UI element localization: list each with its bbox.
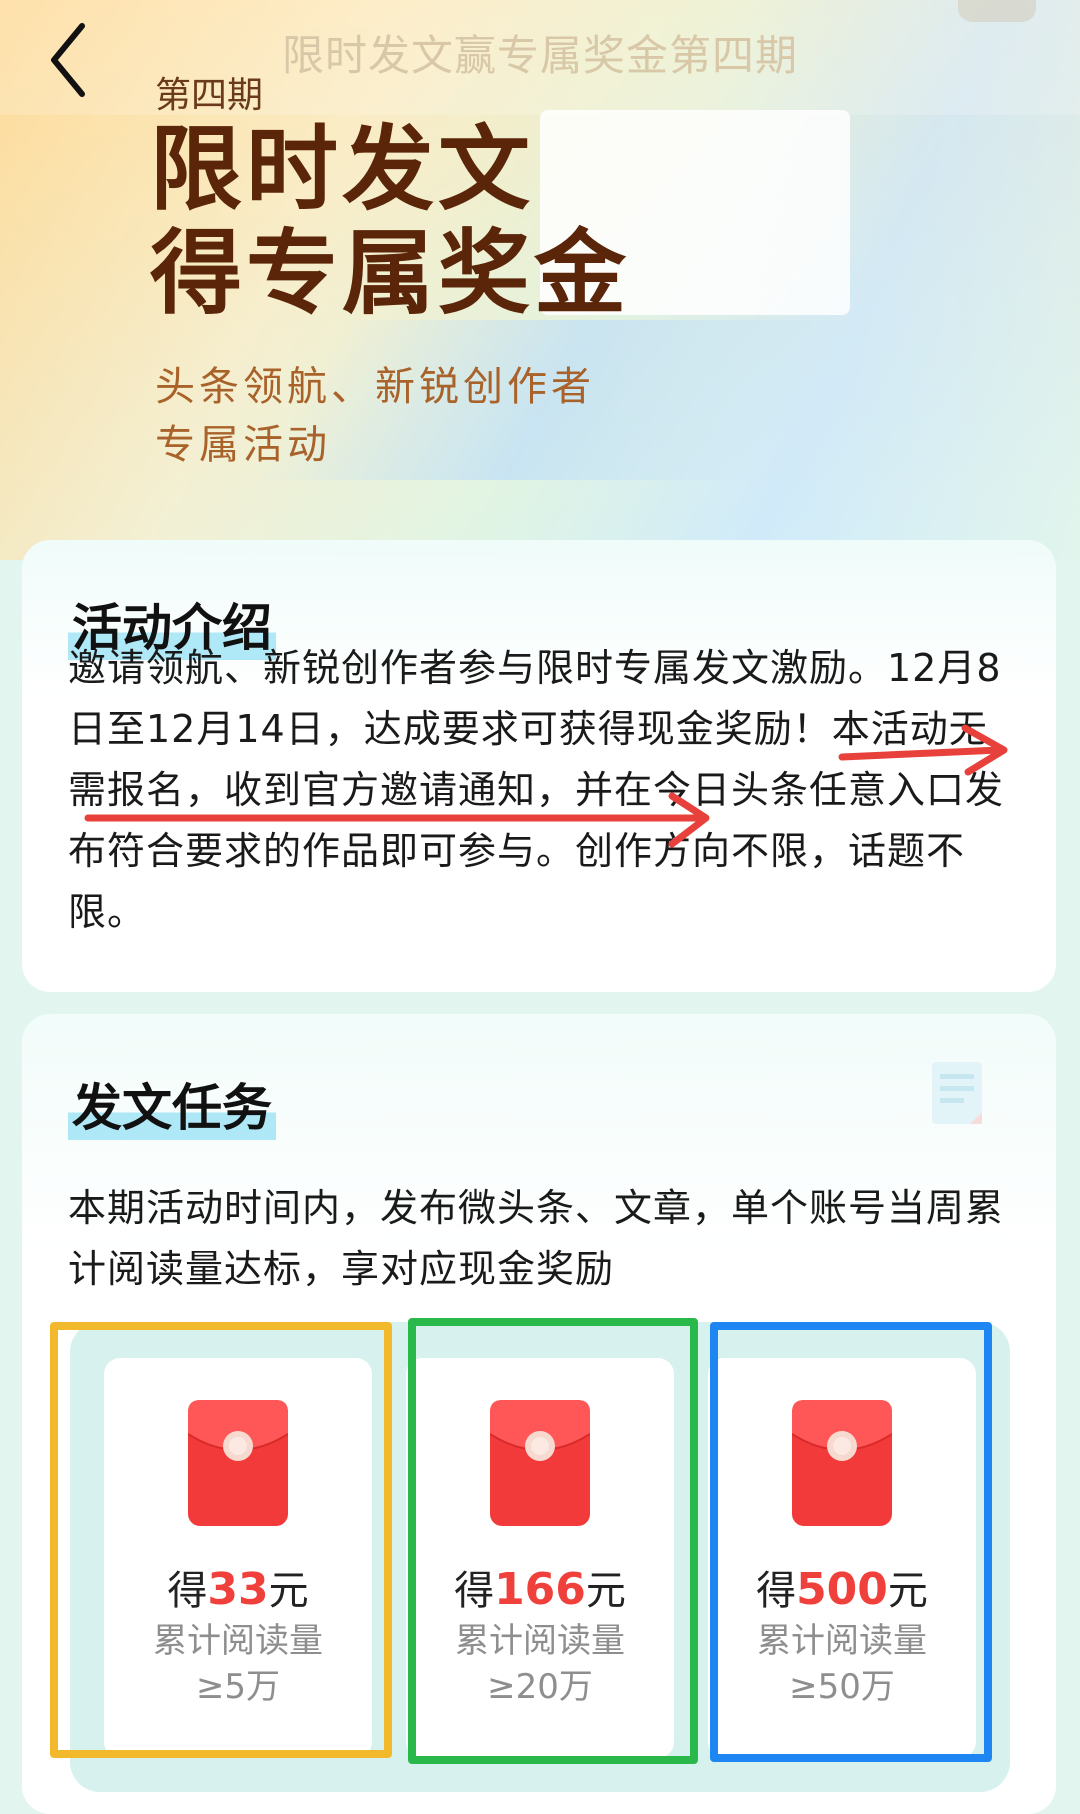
reward-card-166[interactable]: 得166元 累计阅读量 ≥20万 [406, 1358, 674, 1758]
red-envelope-icon [490, 1400, 590, 1526]
reward-requirement-value: ≥20万 [487, 1667, 593, 1707]
hero-title-line2: 得专属奖金 [150, 220, 631, 327]
reward-card-33[interactable]: 得33元 累计阅读量 ≥5万 [104, 1358, 372, 1758]
intro-card: 活动介绍 邀请领航、新锐创作者参与限时专属发文激励。12月8日至12月14日，达… [22, 540, 1056, 992]
reward-amount: 33 [207, 1564, 269, 1615]
red-envelope-icon [188, 1400, 288, 1526]
reward-prefix: 得 [167, 1568, 208, 1614]
reward-requirement-label: 累计阅读量 [153, 1621, 323, 1661]
reward-amount: 500 [796, 1564, 888, 1615]
reward-unit: 元 [585, 1568, 626, 1614]
reward-amount-line: 得500元 [708, 1558, 976, 1616]
reward-requirement: 累计阅读量 ≥20万 [406, 1618, 674, 1710]
reward-requirement-label: 累计阅读量 [455, 1621, 625, 1661]
reward-prefix: 得 [454, 1568, 495, 1614]
reward-requirement-value: ≥50万 [789, 1667, 895, 1707]
reward-unit: 元 [887, 1568, 928, 1614]
reward-requirement-label: 累计阅读量 [757, 1621, 927, 1661]
hero-title-line1: 限时发文 [150, 116, 535, 223]
reward-amount-line: 得166元 [406, 1558, 674, 1616]
reward-tiers: 得33元 累计阅读量 ≥5万 得166元 累计阅读量 ≥20万 得500元 累计… [70, 1322, 1010, 1792]
hero-subtitle-line1: 头条领航、新锐创作者 [155, 364, 595, 410]
hero-subtitle-line2: 专属活动 [155, 422, 331, 468]
task-section-title: 发文任务 [68, 1068, 276, 1140]
status-pill[interactable] [958, 0, 1036, 22]
reward-requirement: 累计阅读量 ≥5万 [104, 1618, 372, 1710]
intro-description: 邀请领航、新锐创作者参与限时专属发文激励。12月8日至12月14日，达成要求可获… [68, 646, 1005, 934]
task-description: 本期活动时间内，发布微头条、文章，单个账号当周累计阅读量达标，享对应现金奖励 [68, 1186, 1005, 1291]
issue-label: 第四期 [155, 75, 264, 116]
hero-title: 限时发文 得专属奖金 [150, 118, 630, 326]
reward-amount: 166 [494, 1564, 586, 1615]
reward-amount-line: 得33元 [104, 1558, 372, 1616]
reward-requirement-value: ≥5万 [195, 1667, 281, 1707]
reward-card-500[interactable]: 得500元 累计阅读量 ≥50万 [708, 1358, 976, 1758]
red-envelope-icon [792, 1400, 892, 1526]
document-icon [932, 1062, 982, 1124]
reward-unit: 元 [268, 1568, 309, 1614]
reward-prefix: 得 [756, 1568, 797, 1614]
reward-requirement: 累计阅读量 ≥50万 [708, 1618, 976, 1710]
hero-subtitle: 头条领航、新锐创作者 专属活动 [155, 358, 595, 474]
